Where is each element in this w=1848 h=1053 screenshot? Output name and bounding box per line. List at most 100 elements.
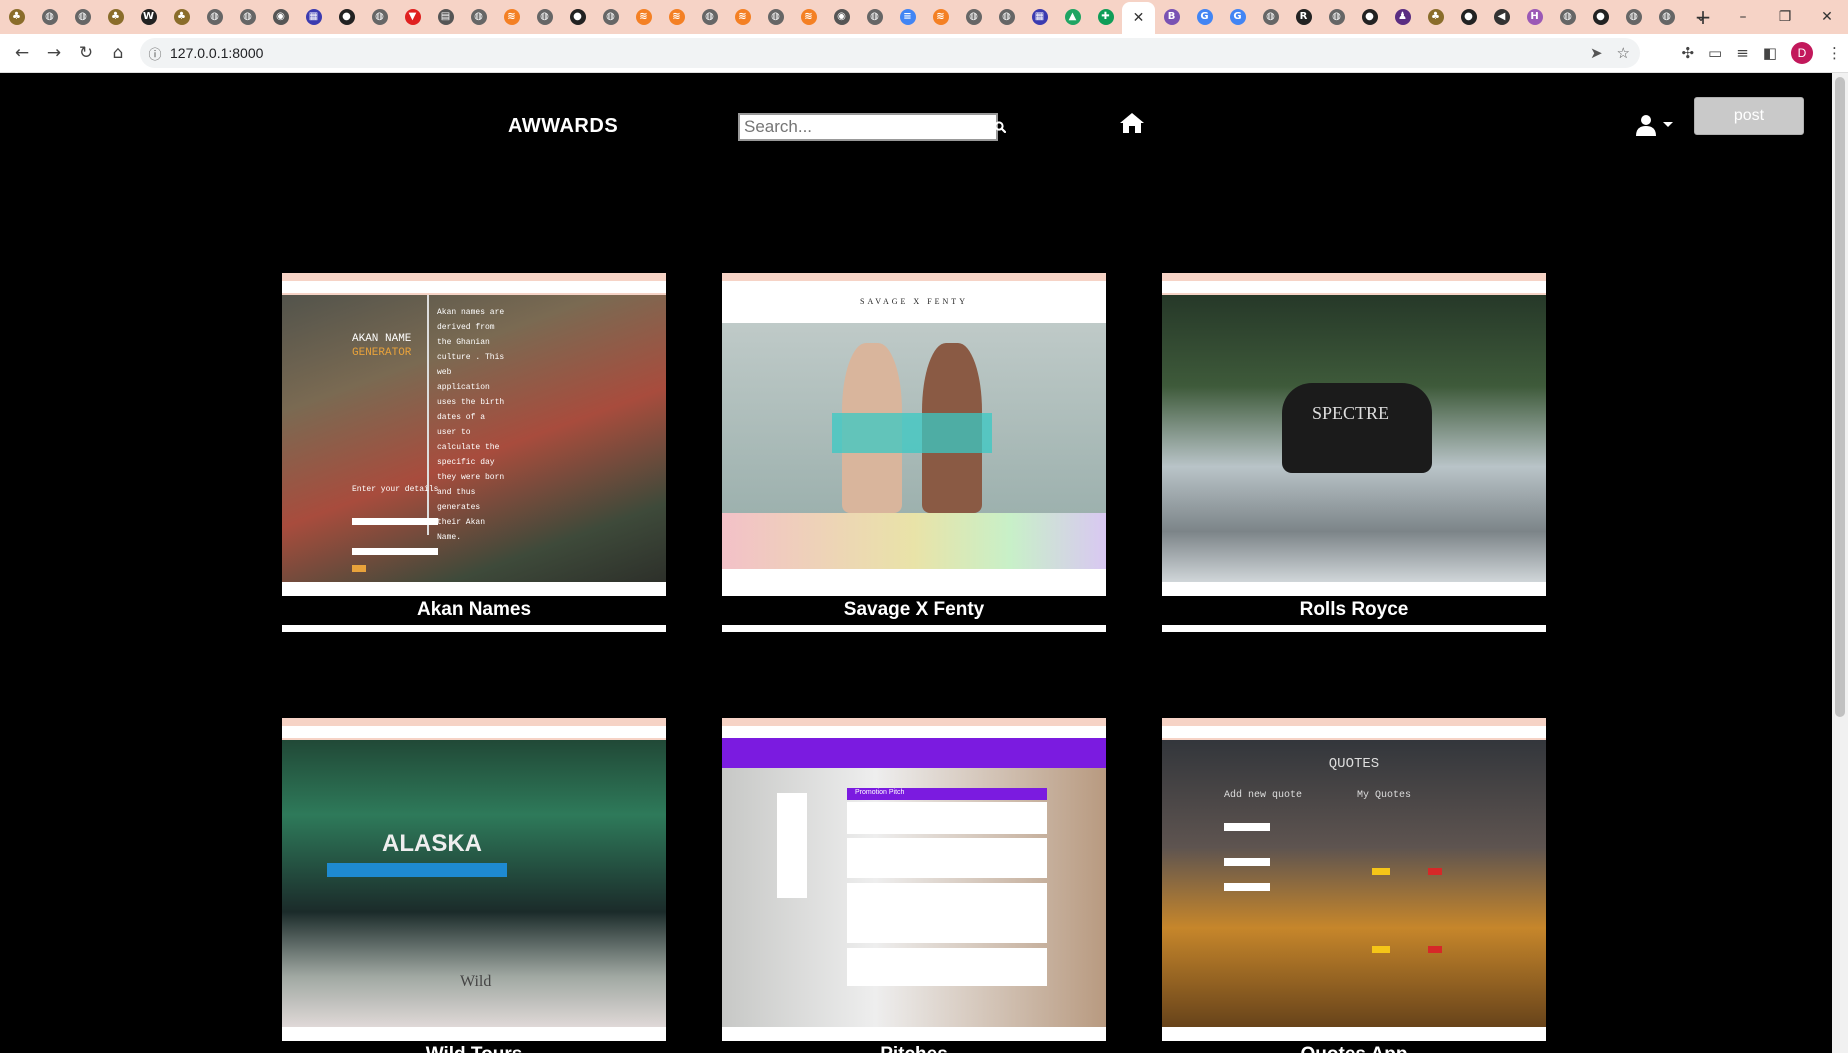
project-screenshot[interactable]: QUOTES Add new quote My Quotes [1162, 718, 1546, 1041]
menu-icon[interactable]: ⋮ [1827, 44, 1842, 62]
browser-tab[interactable]: ◍ [957, 0, 990, 34]
browser-tab[interactable]: ♟ [1386, 0, 1419, 34]
browser-tab[interactable]: H [1518, 0, 1551, 34]
project-card-akan[interactable]: AKAN NAME GENERATOR Akan names are deriv… [282, 273, 666, 632]
browser-tab[interactable]: ● [1452, 0, 1485, 34]
project-screenshot[interactable]: SPECTRE [1162, 273, 1546, 596]
send-icon[interactable]: ➤ [1590, 44, 1603, 62]
home-button[interactable] [1118, 111, 1146, 139]
browser-tab[interactable]: ◍ [1320, 0, 1353, 34]
browser-tab[interactable]: ≋ [660, 0, 693, 34]
browser-tab[interactable]: ● [561, 0, 594, 34]
browser-tab[interactable]: ♣ [1419, 0, 1452, 34]
browser-tab[interactable]: ▼ [396, 0, 429, 34]
search-button[interactable] [990, 113, 1010, 141]
brand-logo[interactable]: AWWARDS [508, 115, 618, 138]
cast-icon[interactable]: ▭ [1708, 44, 1722, 62]
site-info-icon[interactable]: ⓘ [140, 44, 170, 63]
restore-icon[interactable]: ❐ [1764, 9, 1806, 25]
browser-tab[interactable]: ◉ [264, 0, 297, 34]
media-icon[interactable]: ≡ [1736, 44, 1749, 62]
browser-tab[interactable]: ◉ [825, 0, 858, 34]
tab-search-icon[interactable]: ⌄ [1680, 9, 1722, 25]
browser-tab[interactable]: ≋ [924, 0, 957, 34]
browser-tab[interactable]: ✕ [1122, 2, 1155, 34]
browser-tab[interactable]: ◍ [363, 0, 396, 34]
project-title[interactable]: Rolls Royce [1162, 598, 1546, 622]
profile-avatar[interactable]: D [1791, 42, 1813, 64]
browser-tab[interactable]: ▦ [1023, 0, 1056, 34]
browser-tab[interactable]: ◍ [594, 0, 627, 34]
project-title[interactable]: Pitches [722, 1043, 1106, 1053]
browser-tab[interactable]: ◍ [858, 0, 891, 34]
browser-tab[interactable]: ♣ [0, 0, 33, 34]
close-window-icon[interactable]: ✕ [1806, 9, 1848, 25]
project-title[interactable]: Savage X Fenty [722, 598, 1106, 622]
project-card-rolls[interactable]: SPECTRE Rolls Royce [1162, 273, 1546, 632]
reload-icon[interactable]: ↻ [70, 43, 102, 63]
globe-icon: ◍ [866, 9, 883, 25]
browser-tab[interactable]: ● [1353, 0, 1386, 34]
quotes-mine: My Quotes [1357, 790, 1412, 801]
browser-tab[interactable]: ♣ [165, 0, 198, 34]
browser-tab[interactable]: ● [1584, 0, 1617, 34]
user-menu-dropdown[interactable] [1634, 111, 1678, 139]
home-browser-icon[interactable]: ⌂ [102, 43, 134, 63]
browser-tab[interactable]: ✚ [1089, 0, 1122, 34]
minimize-icon[interactable]: – [1722, 9, 1764, 25]
project-card-pitch[interactable]: Promotion Pitch Pitches [722, 718, 1106, 1053]
browser-tab[interactable]: ◍ [693, 0, 726, 34]
browser-tab[interactable]: ≋ [726, 0, 759, 34]
project-screenshot[interactable]: Promotion Pitch [722, 718, 1106, 1041]
sidepanel-icon[interactable]: ◧ [1763, 44, 1777, 62]
page-scrollbar[interactable] [1832, 73, 1848, 1053]
project-screenshot[interactable]: ALASKA Wild [282, 718, 666, 1041]
browser-tab[interactable]: G [1221, 0, 1254, 34]
browser-tab[interactable]: ≡ [891, 0, 924, 34]
browser-tab[interactable]: ◍ [1551, 0, 1584, 34]
project-screenshot[interactable]: SAVAGE X FENTY [722, 273, 1106, 596]
search-input[interactable] [738, 113, 998, 141]
back-icon[interactable]: ← [6, 43, 38, 63]
browser-tab[interactable]: ◍ [528, 0, 561, 34]
browser-tab[interactable]: ◍ [1254, 0, 1287, 34]
post-button[interactable]: post [1694, 97, 1804, 135]
bookmark-star-icon[interactable]: ☆ [1617, 44, 1630, 62]
browser-tab[interactable]: ≋ [495, 0, 528, 34]
browser-tab[interactable]: ◍ [66, 0, 99, 34]
browser-tab[interactable]: ◍ [33, 0, 66, 34]
project-card-quotes[interactable]: QUOTES Add new quote My Quotes Quotes Ap… [1162, 718, 1546, 1053]
browser-tab[interactable]: ● [330, 0, 363, 34]
browser-tab[interactable]: ◍ [990, 0, 1023, 34]
extensions-icon[interactable]: ✣ [1681, 44, 1694, 62]
browser-tab[interactable]: ≋ [792, 0, 825, 34]
scrollbar-thumb[interactable] [1835, 77, 1845, 717]
globe-icon: ◍ [371, 9, 388, 25]
address-bar[interactable]: ⓘ 127.0.0.1:8000 ➤ ☆ [140, 38, 1640, 68]
project-title[interactable]: Akan Names [282, 598, 666, 622]
browser-tab[interactable]: ◍ [198, 0, 231, 34]
project-card-alaska[interactable]: ALASKA Wild Wild Tours [282, 718, 666, 1053]
project-card-fenty[interactable]: SAVAGE X FENTY Savage X Fenty [722, 273, 1106, 632]
browser-tab[interactable]: W [132, 0, 165, 34]
browser-tab[interactable]: ◍ [1650, 0, 1683, 34]
url-text[interactable]: 127.0.0.1:8000 [170, 45, 263, 61]
browser-tab[interactable]: ♣ [99, 0, 132, 34]
project-screenshot[interactable]: AKAN NAME GENERATOR Akan names are deriv… [282, 273, 666, 596]
browser-tab[interactable]: ▲ [1056, 0, 1089, 34]
browser-tab[interactable]: B [1155, 0, 1188, 34]
forward-icon[interactable]: → [38, 43, 70, 63]
project-title[interactable]: Wild Tours [282, 1043, 666, 1053]
project-title[interactable]: Quotes App [1162, 1043, 1546, 1053]
pitch-sidebar [777, 793, 807, 898]
browser-tab[interactable]: ▤ [429, 0, 462, 34]
browser-tab[interactable]: ◍ [759, 0, 792, 34]
browser-tab[interactable]: ≋ [627, 0, 660, 34]
browser-tab[interactable]: R [1287, 0, 1320, 34]
browser-tab[interactable]: ◍ [1617, 0, 1650, 34]
browser-tab[interactable]: ◀ [1485, 0, 1518, 34]
browser-tab[interactable]: ▦ [297, 0, 330, 34]
browser-tab[interactable]: ◍ [231, 0, 264, 34]
browser-tab[interactable]: G [1188, 0, 1221, 34]
browser-tab[interactable]: ◍ [462, 0, 495, 34]
